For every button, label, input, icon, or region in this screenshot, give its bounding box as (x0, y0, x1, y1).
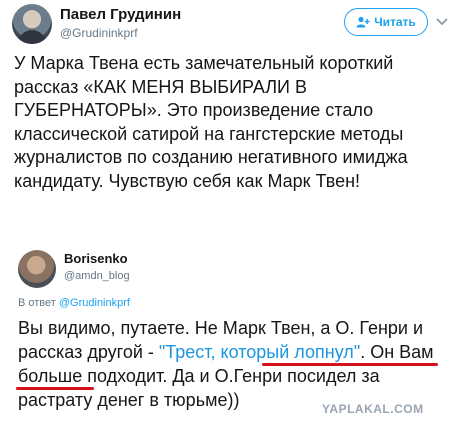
reply-author-handle[interactable]: @amdn_blog (64, 270, 130, 282)
reply-context-prefix: В ответ (18, 297, 59, 309)
tweet-screenshot: Павел Грудинин @Grudininkprf Читать У Ма… (0, 0, 453, 443)
watermark: YAPLAKAL.COM (322, 402, 424, 416)
reply-author-name[interactable]: Borisenko (64, 251, 128, 266)
tweet-text: У Марка Твена есть замечательный коротки… (14, 53, 408, 191)
follow-button-label: Читать (374, 15, 416, 29)
chevron-down-icon[interactable] (436, 16, 448, 28)
highlight-underline (16, 387, 94, 390)
reply-author-avatar[interactable] (18, 250, 56, 288)
reply-context: В ответ @Grudininkprf (18, 297, 130, 309)
story-link[interactable]: "Трест, который лопнул" (159, 342, 360, 362)
follow-button[interactable]: Читать (344, 8, 428, 36)
author-handle[interactable]: @Grudininkprf (60, 26, 138, 40)
highlight-underline (262, 363, 438, 366)
add-user-icon (356, 16, 370, 28)
author-avatar[interactable] (12, 4, 52, 44)
reply-context-mention[interactable]: @Grudininkprf (59, 297, 130, 309)
author-name[interactable]: Павел Грудинин (60, 6, 181, 23)
